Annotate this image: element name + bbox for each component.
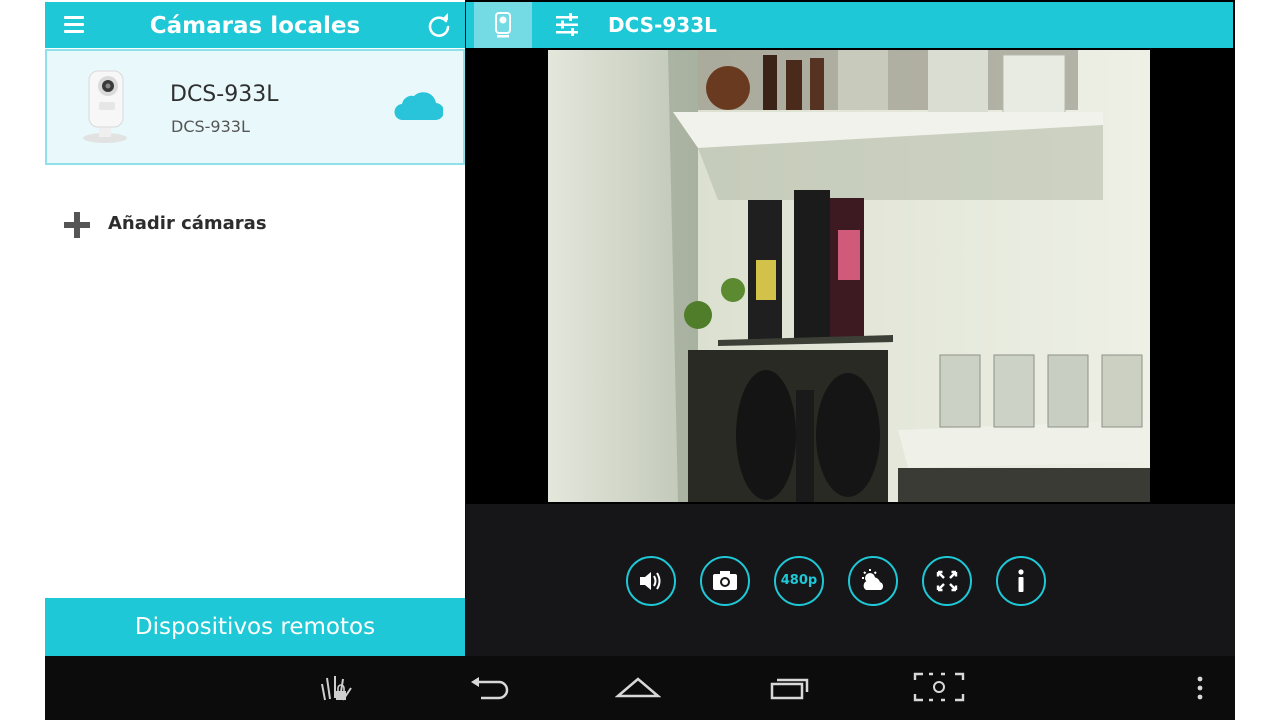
resolution-button[interactable]: 480p: [774, 556, 824, 606]
info-button[interactable]: [996, 556, 1046, 606]
camera-name: DCS-933L: [170, 82, 279, 107]
menu-icon[interactable]: [59, 13, 89, 37]
fullscreen-icon: [936, 570, 958, 592]
overflow-menu-icon[interactable]: [1193, 674, 1207, 708]
resolution-label: 480p: [780, 573, 818, 588]
speaker-button[interactable]: [626, 556, 676, 606]
left-header: Cámaras locales: [45, 2, 465, 48]
cloud-icon: [393, 87, 445, 123]
camera-controls: 480p: [466, 504, 1235, 656]
plus-icon: [64, 212, 90, 238]
fullscreen-button[interactable]: [922, 556, 972, 606]
day-night-button[interactable]: [848, 556, 898, 606]
recent-apps-icon[interactable]: [767, 674, 813, 706]
back-icon[interactable]: [467, 674, 511, 706]
camera-view-panel: DCS-933L 480p: [466, 0, 1235, 656]
camera-model: DCS-933L: [171, 117, 250, 136]
hand-lock-icon[interactable]: [317, 670, 357, 708]
tab-settings[interactable]: [542, 2, 592, 48]
tablet-screen: Cámaras locales DCS-933L DCS-933L Añadir…: [45, 0, 1235, 720]
speaker-icon: [640, 572, 661, 590]
right-header: DCS-933L: [466, 2, 1233, 48]
camera-list-panel: Cámaras locales DCS-933L DCS-933L Añadir…: [45, 0, 465, 656]
snapshot-button[interactable]: [700, 556, 750, 606]
snapshot-icon: [713, 571, 737, 590]
system-nav-bar: [45, 656, 1235, 720]
remote-devices-button[interactable]: Dispositivos remotos: [45, 598, 465, 656]
camera-list-item[interactable]: DCS-933L DCS-933L: [45, 49, 465, 165]
tab-live-view[interactable]: [474, 2, 532, 48]
camera-title: DCS-933L: [608, 13, 717, 37]
add-camera-button[interactable]: Añadir cámaras: [45, 196, 465, 256]
screenshot-icon[interactable]: [911, 670, 967, 708]
day-night-icon: [862, 569, 884, 590]
add-camera-label: Añadir cámaras: [108, 213, 267, 234]
home-icon[interactable]: [614, 674, 662, 706]
camera-thumbnail: [77, 69, 133, 145]
live-video-feed[interactable]: [548, 50, 1150, 502]
info-icon: [1018, 569, 1024, 592]
refresh-icon[interactable]: [425, 12, 453, 40]
page-title: Cámaras locales: [149, 13, 361, 39]
